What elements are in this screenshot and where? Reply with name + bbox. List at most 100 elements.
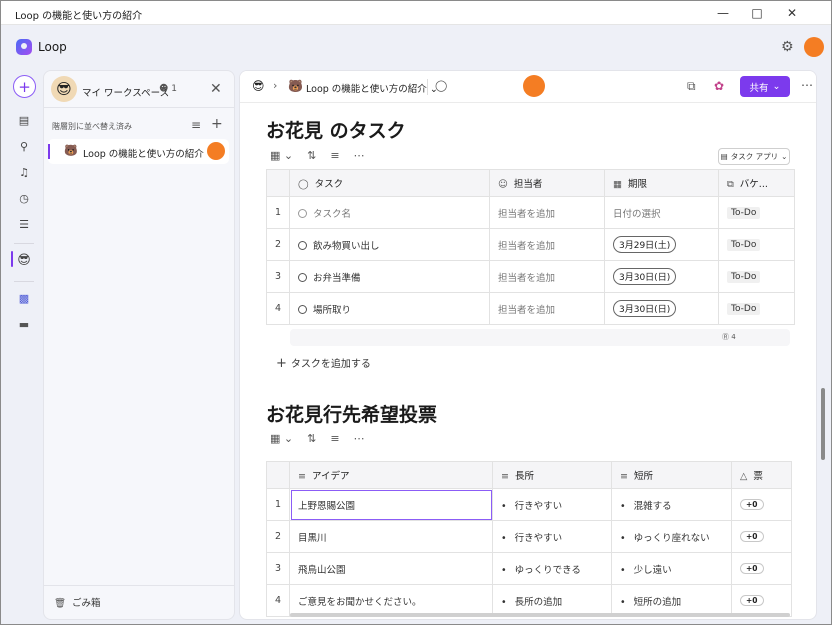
more-icon[interactable]: ⋯ (354, 149, 365, 162)
due-cell[interactable]: 日付の選択 (604, 196, 719, 229)
column-header-bucket[interactable]: ⧉ バケ... (718, 169, 795, 197)
bucket-cell[interactable]: To-Do (718, 292, 795, 325)
task-checkbox[interactable] (298, 272, 307, 282)
vote-section-heading[interactable]: お花見行先希望投票 (266, 400, 437, 427)
assignee-cell[interactable]: 担当者を追加 (489, 196, 605, 229)
table-row: 4 場所取り 担当者を追加 3月30日(日) To-Do (266, 292, 795, 325)
cons-cell[interactable]: • 混雑する (611, 488, 732, 521)
workspace-bus-icon[interactable]: ▬ (13, 313, 35, 335)
workspace-name[interactable]: マイ ワークスペース (82, 85, 169, 99)
bucket-cell[interactable]: To-Do (718, 260, 795, 293)
table-layout-icon[interactable]: ▦ ⌄ (270, 432, 293, 445)
window-title: Loop の機能と使い方の紹介 (15, 11, 143, 22)
due-cell[interactable]: 3月29日(土) (604, 228, 719, 261)
recent-clock-icon[interactable]: ◷ (13, 187, 35, 209)
cons-cell[interactable]: • 少し遠い (611, 552, 732, 585)
column-header-due[interactable]: ▦ 期限 (604, 169, 719, 197)
settings-gear-icon[interactable]: ⚙ (781, 39, 794, 55)
idea-cell[interactable]: 目黒川 (289, 520, 493, 553)
column-header-cons[interactable]: ≡ 短所 (611, 461, 732, 489)
bullet-icon: • (620, 564, 626, 576)
column-header-assignee[interactable]: ☺ 担当者 (489, 169, 605, 197)
task-cell[interactable]: お弁当準備 (289, 260, 490, 293)
share-button[interactable]: 共有 ⌄ (740, 76, 790, 97)
column-header-pros[interactable]: ≡ 長所 (492, 461, 612, 489)
bucket-cell[interactable]: To-Do (718, 228, 795, 261)
sort-arrows-icon[interactable]: ⇅ (307, 149, 316, 162)
table-layout-icon[interactable]: ▦ ⌄ (270, 149, 293, 162)
task-cell[interactable]: タスク名 (289, 196, 490, 229)
more-icon[interactable]: ⋯ (354, 432, 365, 445)
row-number: 2 (266, 520, 290, 553)
notifications-bell-icon[interactable]: ♫ (13, 161, 35, 183)
idea-cell[interactable]: 飛鳥山公園 (289, 552, 493, 585)
vote-button[interactable]: +0 (740, 531, 764, 542)
ideas-document-icon[interactable]: ☰ (13, 213, 35, 235)
pros-cell[interactable]: • 長所の追加 (492, 584, 612, 617)
assignee-cell[interactable]: 担当者を追加 (489, 260, 605, 293)
task-checkbox[interactable] (298, 304, 307, 314)
due-date: 3月30日(日) (613, 300, 677, 317)
bullet-icon: • (620, 596, 626, 608)
breadcrumb-chevron-icon: › (273, 79, 278, 92)
more-options-icon[interactable]: ⋯ (801, 78, 813, 92)
pros-cell[interactable]: • 行きやすい (492, 520, 612, 553)
workspace-members[interactable]: ☻ 1 (159, 84, 177, 94)
close-panel-icon[interactable]: ✕ (210, 81, 222, 97)
pros-cell[interactable]: • ゆっくりできる (492, 552, 612, 585)
search-icon[interactable]: ⚲ (13, 135, 35, 157)
filter-icon[interactable]: ≡ (330, 149, 339, 162)
workspace-breadcrumb-icon[interactable]: 😎 (252, 79, 265, 93)
task-app-button[interactable]: ▤ タスク アプリ ⌄ (718, 148, 790, 165)
page-breadcrumb-title[interactable]: Loop の機能と使い方の紹介 ⌄ (306, 81, 438, 95)
share-label: 共有 (749, 82, 769, 94)
task-cell[interactable]: 飲み物買い出し (289, 228, 490, 261)
row-number-header (266, 461, 290, 489)
due-cell[interactable]: 3月30日(日) (604, 292, 719, 325)
task-checkbox[interactable] (298, 240, 307, 250)
home-icon[interactable]: ▤ (13, 109, 35, 131)
maximize-button[interactable]: □ (740, 1, 774, 25)
copy-component-icon[interactable]: ⧉ (687, 79, 696, 94)
create-new-button[interactable]: + (13, 75, 36, 98)
workspace-card-icon[interactable]: ▩ (13, 287, 35, 309)
workspace-sunglasses-icon[interactable]: 😎 (13, 249, 35, 271)
bucket-tag: To-Do (727, 206, 761, 219)
pros-placeholder: 長所の追加 (514, 596, 563, 608)
filter-icon[interactable]: ≡ (330, 432, 339, 445)
close-window-button[interactable]: ✕ (775, 1, 809, 25)
add-task-button[interactable]: + タスクを追加する (276, 355, 371, 371)
horizontal-scrollbar[interactable] (290, 613, 790, 617)
shield-icon[interactable]: ◯ (435, 79, 447, 92)
vote-button[interactable]: +0 (740, 563, 764, 574)
assignee-cell[interactable]: 担当者を追加 (489, 292, 605, 325)
column-header-votes[interactable]: △ 票 (731, 461, 792, 489)
due-cell[interactable]: 3月30日(日) (604, 260, 719, 293)
page-item[interactable]: 🐻 Loop の機能と使い方の紹介 (48, 139, 229, 164)
task-cell[interactable]: 場所取り (289, 292, 490, 325)
vertical-scrollbar-thumb[interactable] (821, 388, 825, 460)
members-icon: ☻ (159, 84, 169, 94)
user-avatar[interactable] (804, 37, 824, 57)
trash-button[interactable]: 🗑 ごみ箱 (54, 595, 101, 609)
pros-cell[interactable]: • 行きやすい (492, 488, 612, 521)
column-header-idea[interactable]: ≡ アイデア (289, 461, 493, 489)
bucket-cell[interactable]: To-Do (718, 196, 795, 229)
column-header-task[interactable]: ◯ タスク (289, 169, 490, 197)
collaborator-avatar[interactable] (523, 75, 545, 97)
sort-arrows-icon[interactable]: ⇅ (307, 432, 316, 445)
add-page-icon[interactable]: + (211, 116, 223, 132)
task-section-heading[interactable]: お花見 のタスク (266, 116, 406, 143)
task-checkbox[interactable] (298, 208, 307, 218)
cons-cell[interactable]: • 短所の追加 (611, 584, 732, 617)
minimize-button[interactable]: — (706, 1, 740, 25)
copilot-icon[interactable]: ✿ (714, 79, 724, 93)
vote-button[interactable]: +0 (740, 499, 764, 510)
idea-cell[interactable]: ご意見をお聞かせください。 (289, 584, 493, 617)
filter-icon[interactable]: ≡ (191, 118, 201, 132)
cons-cell[interactable]: • ゆっくり座れない (611, 520, 732, 553)
vote-button[interactable]: +0 (740, 595, 764, 606)
assignee-cell[interactable]: 担当者を追加 (489, 228, 605, 261)
idea-cell[interactable]: 上野恩賜公園 (289, 488, 493, 521)
vote-cell: +0 (731, 552, 792, 585)
